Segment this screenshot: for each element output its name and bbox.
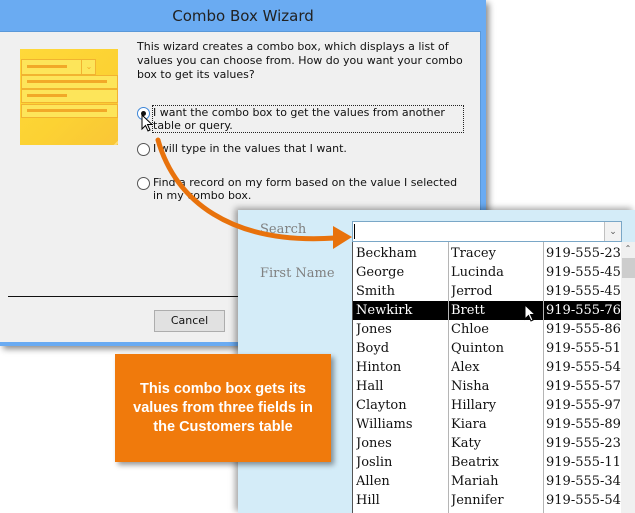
text-caret (354, 224, 355, 239)
list-item[interactable]: Hinton Alex 919-555-54 (353, 358, 621, 377)
option-type-values[interactable]: I will type in the values that I want. (137, 142, 463, 156)
option-label: Find a record on my form based on the va… (153, 176, 458, 202)
last-cell: Jones (356, 322, 392, 337)
first-cell: Quinton (451, 341, 504, 356)
list-item[interactable]: Hill Jennifer 919-555-54 (353, 491, 621, 510)
scroll-up-icon[interactable]: ⌃ (621, 242, 635, 256)
phone-cell: 919-555-45 (546, 265, 621, 280)
first-cell: Mariah (451, 474, 499, 489)
list-item[interactable]: Newkirk Brett 919-555-76 (353, 301, 621, 320)
list-item[interactable]: Boyd Quinton 919-555-51 (353, 339, 621, 358)
scroll-thumb[interactable] (622, 258, 635, 278)
phone-cell: 919-555-97 (546, 398, 621, 413)
phone-cell: 919-555-45 (546, 284, 621, 299)
first-cell: Jerrod (451, 284, 493, 299)
radio-button[interactable] (137, 143, 150, 156)
phone-cell: 919-555-23 (546, 246, 621, 261)
list-item[interactable]: George Lucinda 919-555-45 (353, 263, 621, 282)
radio-button[interactable] (137, 177, 150, 190)
callout-text: This combo box gets its values from thre… (133, 380, 313, 435)
option-label: I will type in the values that I want. (153, 142, 347, 155)
first-cell: Hillary (451, 398, 497, 413)
list-item[interactable]: Clayton Hillary 919-555-97 (353, 396, 621, 415)
list-item[interactable]: Joslin Beatrix 919-555-11 (353, 453, 621, 472)
last-cell: Newkirk (356, 303, 413, 318)
list-item[interactable]: Jones Katy 919-555-23 (353, 434, 621, 453)
option-from-table[interactable]: I want the combo box to get the values f… (137, 105, 464, 133)
phone-cell: 919-555-76 (546, 303, 621, 318)
last-cell: Williams (356, 417, 413, 432)
phone-cell: 919-555-23 (546, 436, 621, 451)
combo-dropdown-list[interactable]: Beckham Tracey 919-555-23 George Lucinda 919-… (352, 242, 635, 513)
first-cell: Jennifer (451, 493, 504, 508)
cancel-button[interactable]: Cancel (154, 310, 225, 332)
phone-cell: 919-555-57 (546, 379, 621, 394)
phone-cell: 919-555-51 (546, 341, 621, 356)
last-cell: Smith (356, 284, 395, 299)
callout-box: This combo box gets its values from thre… (115, 354, 331, 462)
phone-cell: 919-555-34 (546, 474, 621, 489)
list-item[interactable]: Smith Jerrod 919-555-45 (353, 282, 621, 301)
list-item[interactable]: Jones Chloe 919-555-86 (353, 320, 621, 339)
phone-cell: 919-555-89 (546, 417, 621, 432)
last-cell: Jones (356, 436, 392, 451)
last-cell: Hinton (356, 360, 402, 375)
option-label: I want the combo box to get the values f… (152, 105, 464, 133)
first-cell: Kiara (451, 417, 487, 432)
column-divider (448, 242, 449, 513)
first-cell: Beatrix (451, 455, 499, 470)
mouse-cursor-icon (141, 114, 153, 132)
last-cell: George (356, 265, 405, 280)
last-cell: Beckham (356, 246, 417, 261)
wizard-intro-text: This wizard creates a combo box, which d… (137, 40, 463, 81)
first-cell: Katy (451, 436, 482, 451)
chevron-down-icon[interactable]: ⌄ (604, 222, 621, 241)
phone-cell: 919-555-54 (546, 493, 621, 508)
first-cell: Alex (451, 360, 480, 375)
phone-cell: 919-555-86 (546, 322, 621, 337)
list-item[interactable]: Beckham Tracey 919-555-23 (353, 244, 621, 263)
search-label: Search (260, 222, 307, 237)
column-divider (543, 242, 544, 513)
scrollbar[interactable]: ⌃ (621, 242, 635, 513)
phone-cell: 919-555-11 (546, 455, 621, 470)
last-cell: Boyd (356, 341, 390, 356)
last-cell: Clayton (356, 398, 407, 413)
last-cell: Hill (356, 493, 380, 508)
list-item[interactable]: Allen Mariah 919-555-34 (353, 472, 621, 491)
first-cell: Nisha (451, 379, 490, 394)
last-cell: Allen (356, 474, 390, 489)
first-cell: Tracey (451, 246, 496, 261)
first-cell: Chloe (451, 322, 489, 337)
last-cell: Hall (356, 379, 384, 394)
mouse-cursor-icon (524, 304, 536, 322)
first-cell: Lucinda (451, 265, 504, 280)
option-find-record[interactable]: Find a record on my form based on the va… (137, 176, 463, 202)
last-cell: Joslin (356, 455, 393, 470)
list-item[interactable]: Williams Kiara 919-555-89 (353, 415, 621, 434)
dialog-title: Combo Box Wizard (172, 7, 314, 25)
first-name-label: First Name (260, 266, 335, 281)
search-combo-box[interactable]: ⌄ (352, 221, 622, 242)
phone-cell: 919-555-54 (546, 360, 621, 375)
list-item[interactable]: Hall Nisha 919-555-57 (353, 377, 621, 396)
combo-box-illustration-icon: ⌄ (20, 49, 118, 145)
